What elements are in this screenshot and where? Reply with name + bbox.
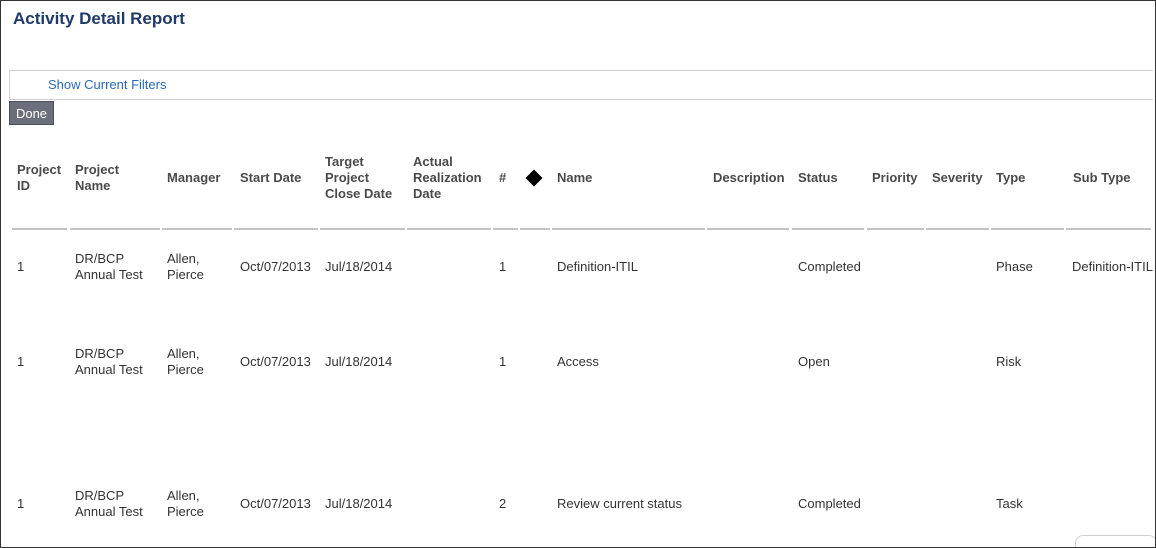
cell-sub-type: Definition-ITIL	[1072, 259, 1153, 274]
header-underline	[493, 228, 518, 230]
cell-manager: Allen,	[167, 488, 200, 503]
filter-bar: Show Current Filters	[9, 70, 1153, 100]
column-header-priority: Priority	[872, 170, 918, 185]
cell-project-id: 1	[17, 354, 25, 369]
cell-status: Completed	[798, 496, 861, 511]
cell-project-id: 1	[17, 259, 25, 274]
header-underline	[520, 228, 550, 230]
column-header-type: Type	[996, 170, 1026, 185]
cell-start-date: Oct/07/2013	[240, 496, 311, 511]
page-title: Activity Detail Report	[13, 9, 185, 28]
cell-project-name: Annual Test	[75, 504, 143, 519]
column-header-project-id: ID	[17, 178, 30, 193]
cell-number: 2	[499, 496, 507, 511]
header-underline	[320, 228, 405, 230]
cell-manager: Allen,	[167, 251, 200, 266]
column-header-actual-realization: Actual	[413, 154, 453, 169]
column-header-manager: Manager	[167, 170, 221, 185]
show-current-filters-link[interactable]: Show Current Filters	[48, 77, 166, 92]
cell-manager: Allen,	[167, 346, 200, 361]
cell-start-date: Oct/07/2013	[240, 259, 311, 274]
column-header-actual-realization: Date	[413, 186, 442, 201]
column-header-severity: Severity	[932, 170, 983, 185]
cell-number: 1	[499, 259, 507, 274]
column-header-project-id: Project	[17, 162, 62, 177]
cell-project-name: Annual Test	[75, 362, 143, 377]
column-header-project-name: Name	[75, 178, 111, 193]
cell-project-name: Annual Test	[75, 267, 143, 282]
column-header-sub-type: Sub Type	[1073, 170, 1131, 185]
column-header-start-date: Start Date	[240, 170, 302, 185]
cell-project-name: DR/BCP	[75, 346, 125, 361]
cell-target-close: Jul/18/2014	[325, 259, 393, 274]
header-underline	[407, 228, 491, 230]
header-underline	[70, 228, 160, 230]
cell-project-id: 1	[17, 496, 25, 511]
cell-manager: Pierce	[167, 267, 204, 282]
header-underline	[234, 228, 318, 230]
diamond-icon	[525, 169, 543, 187]
header-underline	[552, 228, 705, 230]
header-underline	[1066, 228, 1151, 230]
cell-type: Task	[996, 496, 1023, 511]
column-header-target-close: Project	[325, 170, 370, 185]
column-header-number: #	[499, 170, 507, 185]
cell-name: Review current status	[557, 496, 682, 511]
cell-project-name: DR/BCP	[75, 251, 125, 266]
column-header-project-name: Project	[75, 162, 120, 177]
done-button[interactable]: Done	[9, 101, 54, 125]
header-underline	[867, 228, 924, 230]
header-underline	[707, 228, 789, 230]
column-header-description: Description	[713, 170, 785, 185]
header-underline	[162, 228, 232, 230]
cell-name: Definition-ITIL	[557, 259, 638, 274]
cell-target-close: Jul/18/2014	[325, 354, 393, 369]
header-underline	[991, 228, 1064, 230]
cell-manager: Pierce	[167, 504, 204, 519]
report-window: Activity Detail Report Show Current Filt…	[0, 0, 1156, 548]
cell-manager: Pierce	[167, 362, 204, 377]
column-header-actual-realization: Realization	[413, 170, 482, 185]
cell-target-close: Jul/18/2014	[325, 496, 393, 511]
header-underline	[926, 228, 989, 230]
header-underline	[12, 228, 67, 230]
header-underline	[792, 228, 864, 230]
cell-name: Access	[557, 354, 599, 369]
column-header-status: Status	[798, 170, 838, 185]
cell-type: Risk	[996, 354, 1022, 369]
cell-type: Phase	[996, 259, 1033, 274]
column-header-target-close: Target	[325, 154, 364, 169]
cell-number: 1	[499, 354, 507, 369]
cell-status: Completed	[798, 259, 861, 274]
cell-project-name: DR/BCP	[75, 488, 125, 503]
column-header-name: Name	[557, 170, 593, 185]
column-header-target-close: Close Date	[325, 186, 393, 201]
cell-start-date: Oct/07/2013	[240, 354, 311, 369]
cell-status: Open	[798, 354, 830, 369]
scroll-handle[interactable]	[1075, 535, 1155, 547]
